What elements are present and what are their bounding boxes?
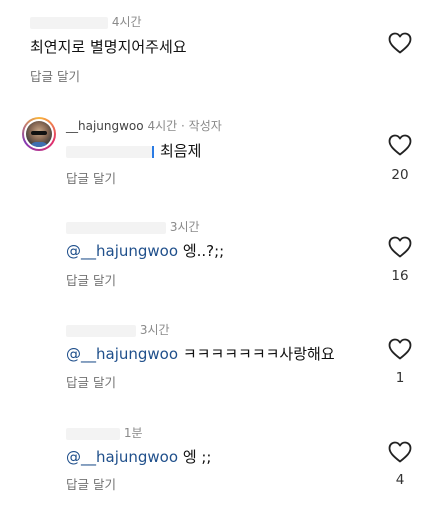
comment-text: 엥 ;; bbox=[182, 448, 212, 466]
reply-button[interactable]: 답글 달기 bbox=[66, 372, 116, 391]
author-badge: 작성자 bbox=[188, 119, 222, 133]
like-count: 20 bbox=[391, 167, 409, 183]
comment-meta: __hajungwoo 4시간 · 작성자 bbox=[66, 119, 222, 133]
avatar-image bbox=[26, 121, 52, 147]
like-count: 1 bbox=[395, 370, 405, 386]
comment-text-row: @__hajungwoo ㅋㅋㅋㅋㅋㅋㅋ사랑해요 bbox=[66, 343, 335, 364]
mention-link[interactable]: @__hajungwoo bbox=[66, 242, 178, 260]
comment-time: 1분 bbox=[123, 426, 143, 440]
like-heart-icon[interactable] bbox=[388, 236, 412, 258]
comment-meta: 3시간 bbox=[66, 218, 200, 235]
reply-button[interactable]: 답글 달기 bbox=[66, 270, 116, 289]
comment-time: 4시간 bbox=[147, 119, 178, 133]
comment-text: 엥..?;; bbox=[182, 242, 225, 260]
comment-text-row: 최음제 bbox=[66, 140, 201, 161]
reply-button[interactable]: 답글 달기 bbox=[66, 168, 116, 187]
comment-time: 3시간 bbox=[139, 323, 170, 337]
like-count: 16 bbox=[391, 268, 409, 284]
comment-text: ㅋㅋㅋㅋㅋㅋㅋ사랑해요 bbox=[182, 345, 335, 363]
redacted-mention bbox=[66, 145, 152, 158]
like-heart-icon[interactable] bbox=[388, 338, 412, 360]
comment-meta: 4시간 bbox=[30, 13, 142, 30]
redacted-username bbox=[66, 221, 166, 234]
like-count: 4 bbox=[395, 472, 405, 488]
mention-link[interactable]: @__hajungwoo bbox=[66, 448, 178, 466]
comment-time: 3시간 bbox=[169, 220, 200, 234]
comment-meta: 3시간 bbox=[66, 321, 170, 338]
comment-text: 최음제 bbox=[160, 142, 202, 160]
redacted-username bbox=[66, 427, 120, 440]
like-heart-icon[interactable] bbox=[388, 441, 412, 463]
comment-meta: 1분 bbox=[66, 424, 143, 441]
profile-avatar[interactable] bbox=[22, 117, 56, 151]
redacted-username bbox=[66, 324, 136, 337]
comment-text-row: @__hajungwoo 엥 ;; bbox=[66, 446, 212, 467]
like-heart-icon[interactable] bbox=[388, 32, 412, 54]
like-heart-icon[interactable] bbox=[388, 134, 412, 156]
mention-link[interactable]: @__hajungwoo bbox=[66, 345, 178, 363]
reply-button[interactable]: 답글 달기 bbox=[30, 66, 80, 85]
comment-time: 4시간 bbox=[111, 15, 142, 29]
comment-text: 최연지로 별명지어주세요 bbox=[30, 38, 187, 56]
comment-username[interactable]: __hajungwoo bbox=[66, 119, 144, 133]
comment-text-row: @__hajungwoo 엥..?;; bbox=[66, 240, 224, 261]
redacted-username bbox=[30, 16, 108, 29]
reply-button[interactable]: 답글 달기 bbox=[66, 474, 116, 493]
